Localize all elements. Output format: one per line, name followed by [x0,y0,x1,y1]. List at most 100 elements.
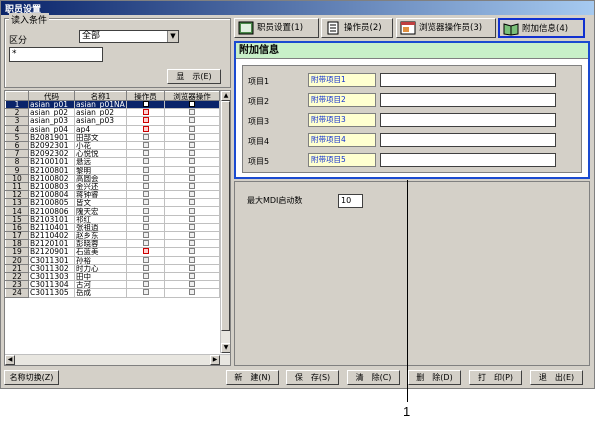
checkbox[interactable] [142,216,149,222]
checkbox[interactable] [142,224,149,230]
checkbox[interactable] [142,240,149,247]
checkbox[interactable] [189,175,195,181]
checkbox[interactable] [142,257,149,263]
checkbox[interactable] [189,207,195,214]
checkbox[interactable] [142,158,149,165]
checkbox[interactable] [142,183,149,189]
col-header-code[interactable]: 代码 [28,91,75,101]
display-button[interactable]: 显 示(E) [167,69,221,84]
checkbox[interactable] [142,142,149,149]
checkbox[interactable] [189,265,195,271]
col-header-name[interactable]: 名称1 [74,91,127,101]
checkbox[interactable] [142,281,149,288]
save-button[interactable]: 保 存(S) [286,370,339,385]
table-row[interactable]: 15 B2103101 祁红 [5,214,220,224]
checkbox[interactable] [189,126,195,132]
exit-button[interactable]: 退 出(E) [530,370,583,385]
table-row[interactable]: 5 B2081901 田部文 [5,132,220,142]
checkbox[interactable] [189,199,195,206]
scroll-left-icon[interactable]: ◀ [5,355,15,365]
checkbox[interactable] [189,150,195,157]
table-row[interactable]: 23 C3011304 古河 [5,280,220,290]
kubun-select[interactable]: 全部 ▼ [79,30,179,43]
table-row[interactable]: 10 B2100802 高圆会 [5,173,220,183]
checkbox[interactable] [189,240,195,247]
item-value-5[interactable] [380,153,556,167]
checkbox[interactable] [142,199,149,206]
checkbox[interactable] [189,273,195,280]
horizontal-scrollbar[interactable]: ◀ ▶ [5,354,230,365]
checkbox[interactable] [142,101,149,108]
table-row[interactable]: 22 C3011303 田中 [5,271,220,282]
table-row[interactable]: 18 B2120101 彭晓蓉 [5,239,220,249]
table-row[interactable]: 19 B2120901 石蓝美 [5,247,220,257]
name-switch-button[interactable]: 名称切换(Z) [4,370,59,385]
chevron-down-icon[interactable]: ▼ [167,31,178,42]
checkbox[interactable] [189,158,195,165]
table-row[interactable]: 13 B2100805 皆文 [5,198,220,208]
checkbox[interactable] [189,191,195,198]
checkbox[interactable] [142,150,149,157]
col-header-operator[interactable]: 操作员 [126,91,165,101]
checkbox[interactable] [189,289,195,296]
checkbox[interactable] [142,248,149,255]
scroll-down-icon[interactable]: ▼ [221,343,230,353]
checkbox[interactable] [142,191,149,198]
checkbox[interactable] [142,265,149,271]
checkbox[interactable] [142,289,149,296]
checkbox[interactable] [142,109,149,116]
scroll-thumb[interactable] [221,101,230,331]
checkbox[interactable] [189,224,195,230]
search-input[interactable]: * [9,47,103,62]
tab-extra-info[interactable]: 附加信息(4) [498,18,585,38]
table-row[interactable]: 1 asian_p01 asian_p01NA [5,99,220,110]
tab-browser-operator[interactable]: 浏览器操作员(3) [396,18,496,38]
item-value-3[interactable] [380,113,556,127]
checkbox[interactable] [142,117,149,124]
staff-grid[interactable]: 代码 名称1 操作员 浏览器操作 1 asian_p01 asian_p01NA 2 a… [4,90,231,366]
checkbox[interactable] [142,207,149,214]
table-row[interactable]: 16 B2110401 张祖逍 [5,222,220,233]
checkbox[interactable] [142,232,149,239]
checkbox[interactable] [142,126,149,132]
print-button[interactable]: 打 印(P) [469,370,522,385]
item-value-2[interactable] [380,93,556,107]
max-mdi-input[interactable]: 10 [338,194,363,208]
table-row[interactable]: 9 B2100801 黎明 [5,165,220,175]
checkbox[interactable] [189,248,195,255]
checkbox[interactable] [189,167,195,173]
scroll-right-icon[interactable]: ▶ [210,355,220,365]
table-row[interactable]: 7 B2092302 心悦悦 [5,149,220,159]
table-row[interactable]: 20 C3011301 孙裕 [5,255,220,265]
vertical-scrollbar[interactable]: ▲ ▼ [220,91,230,353]
table-row[interactable]: 17 B2110402 赵乡东 [5,230,220,241]
checkbox[interactable] [189,257,195,263]
table-row[interactable]: 14 B2100806 隗天宏 [5,206,220,216]
clear-button[interactable]: 清 除(C) [347,370,400,385]
delete-button[interactable]: 删 除(D) [408,370,461,385]
table-row[interactable]: 6 B2092301 小花 [5,140,220,151]
table-row[interactable]: 21 C3011302 时力心 [5,263,220,273]
table-row[interactable]: 8 B2100101 悬远 [5,157,220,167]
checkbox[interactable] [189,216,195,222]
table-row[interactable]: 11 B2100803 金兴还 [5,181,220,192]
table-row[interactable]: 2 asian_p02 asian_p02 [5,108,220,118]
checkbox[interactable] [189,134,195,140]
checkbox[interactable] [142,273,149,280]
checkbox[interactable] [189,232,195,239]
checkbox[interactable] [189,183,195,189]
table-row[interactable]: 24 C3011305 岳成 [5,288,220,298]
checkbox[interactable] [142,167,149,173]
checkbox[interactable] [189,142,195,149]
item-value-4[interactable] [380,133,556,147]
table-row[interactable]: 12 B2100804 蒋钟睿 [5,190,220,200]
tab-operator[interactable]: 操作员(2) [321,18,393,38]
col-header-browser-op[interactable]: 浏览器操作 [164,91,220,101]
item-value-1[interactable] [380,73,556,87]
checkbox[interactable] [189,109,195,116]
table-row[interactable]: 3 asian_p03 asian_p03 [5,116,220,126]
checkbox[interactable] [142,175,149,181]
checkbox[interactable] [189,281,195,288]
scroll-up-icon[interactable]: ▲ [221,91,230,101]
tab-staff-settings[interactable]: 职员设置(1) [234,18,319,38]
